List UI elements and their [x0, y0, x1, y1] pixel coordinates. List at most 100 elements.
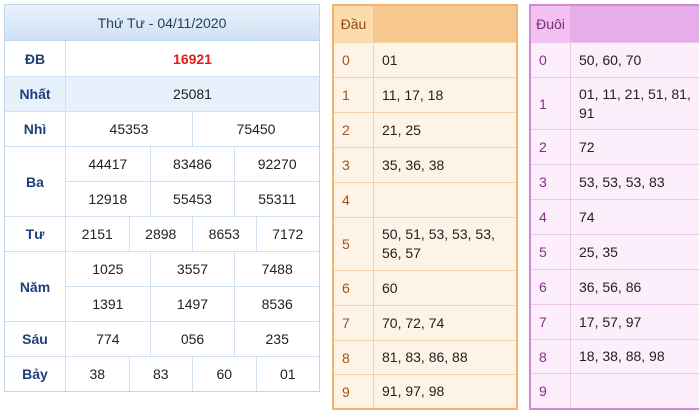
duoi-header: Đuôi — [531, 6, 571, 42]
dau-row: 3 35, 36, 38 — [334, 147, 516, 182]
prize-number: 774 — [66, 322, 151, 356]
prize-number: 92270 — [257, 156, 297, 172]
dau-key: 6 — [334, 271, 374, 305]
prize-row-tu: Tư 2151 2898 8653 7172 — [5, 217, 319, 252]
duoi-values: 01, 11, 21, 51, 81, 91 — [579, 85, 691, 121]
prize-label: ĐB — [5, 41, 66, 76]
duoi-values: 53, 53, 53, 83 — [579, 173, 665, 190]
prize-row-db: ĐB 16921 — [5, 41, 319, 77]
dau-row: 2 21, 25 — [334, 112, 516, 147]
prize-row-sau: Sáu 774 056 235 — [5, 322, 319, 357]
duoi-key: 9 — [531, 374, 571, 407]
dau-row: 1 11, 17, 18 — [334, 77, 516, 112]
duoi-values: 72 — [579, 138, 595, 155]
duoi-table: Đuôi 0 50, 60, 70 1 01, 11, 21, 51, 81, 91… — [529, 4, 699, 410]
dau-values: 81, 83, 86, 88 — [382, 349, 468, 365]
duoi-row: 8 18, 38, 88, 98 — [531, 339, 699, 373]
prize-number: 01 — [279, 366, 296, 382]
prize-label: Nhất — [5, 77, 66, 111]
duoi-values: 36, 56, 86 — [579, 278, 642, 295]
dau-values: 01 — [382, 51, 398, 68]
prize-row-nhat: Nhất 25081 — [5, 77, 319, 112]
dau-key: 3 — [334, 148, 374, 182]
duoi-row: 7 17, 57, 97 — [531, 304, 699, 339]
prize-number: 2898 — [130, 217, 193, 251]
duoi-key: 4 — [531, 200, 571, 234]
prize-number: 60 — [193, 357, 257, 391]
prize-row-bay: Bảy 38 83 60 01 — [5, 357, 319, 391]
dau-key: 7 — [334, 306, 374, 340]
dau-row: 0 01 — [334, 42, 516, 77]
dau-values: 35, 36, 38 — [382, 156, 445, 173]
dau-values: 70, 72, 74 — [382, 314, 445, 331]
prize-number: 75450 — [236, 121, 276, 137]
dau-row: 8 81, 83, 86, 88 — [334, 340, 516, 374]
prize-row-nam: Năm 1025 3557 7488 1391 1497 8536 — [5, 252, 319, 322]
dau-row: 4 — [334, 182, 516, 217]
prize-number: 3557 — [151, 252, 236, 286]
prize-label: Sáu — [5, 322, 66, 356]
duoi-values — [571, 374, 699, 407]
dau-row: 9 91, 97, 98 — [334, 374, 516, 408]
duoi-values: 18, 38, 88, 98 — [579, 348, 665, 364]
prize-number: 38 — [66, 357, 130, 391]
prize-number: 056 — [151, 322, 236, 356]
prize-number: 16921 — [173, 50, 212, 67]
prize-number: 2151 — [66, 217, 130, 251]
prize-number: 25081 — [173, 86, 212, 102]
dau-values: 60 — [382, 279, 398, 296]
dau-key: 0 — [334, 43, 374, 77]
dau-values: 91, 97, 98 — [382, 383, 445, 399]
prize-number: 12918 — [66, 182, 151, 216]
dau-row: 5 50, 51, 53, 53, 53, 56, 57 — [334, 217, 516, 270]
prize-number: 8653 — [193, 217, 257, 251]
duoi-row: 4 74 — [531, 199, 699, 234]
results-title: Thứ Tư - 04/11/2020 — [5, 5, 319, 41]
duoi-key: 1 — [531, 78, 571, 129]
duoi-row: 3 53, 53, 53, 83 — [531, 164, 699, 199]
prize-label: Nhì — [5, 112, 66, 146]
prize-number: 83 — [130, 357, 193, 391]
prize-number: 7488 — [261, 261, 293, 277]
prize-row-nhi: Nhì 45353 75450 — [5, 112, 319, 147]
prize-number: 7172 — [272, 226, 304, 242]
dau-values: 11, 17, 18 — [382, 86, 444, 103]
duoi-key: 7 — [531, 305, 571, 339]
duoi-key: 2 — [531, 130, 571, 164]
prize-label: Tư — [5, 217, 66, 251]
prize-number: 44417 — [66, 147, 151, 181]
duoi-values: 25, 35 — [579, 243, 618, 260]
dau-values — [374, 183, 516, 217]
prize-number: 55311 — [258, 191, 297, 207]
dau-key: 2 — [334, 113, 374, 147]
prize-number: 1391 — [66, 287, 151, 321]
dau-header-fill — [374, 6, 516, 42]
prize-number: 1497 — [151, 287, 236, 321]
duoi-row: 1 01, 11, 21, 51, 81, 91 — [531, 77, 699, 129]
duoi-row: 2 72 — [531, 129, 699, 164]
duoi-values: 74 — [579, 208, 595, 225]
dau-header: Đầu — [334, 6, 374, 42]
duoi-row: 0 50, 60, 70 — [531, 42, 699, 77]
prize-number: 45353 — [66, 112, 193, 146]
duoi-key: 0 — [531, 43, 571, 77]
duoi-values: 17, 57, 97 — [579, 313, 642, 330]
duoi-row: 6 36, 56, 86 — [531, 269, 699, 304]
duoi-key: 6 — [531, 270, 571, 304]
duoi-key: 3 — [531, 165, 571, 199]
dau-row: 7 70, 72, 74 — [334, 305, 516, 340]
dau-key: 5 — [334, 218, 374, 270]
dau-table: Đầu 0 01 1 11, 17, 18 2 21, 25 3 35, 36, 38 … — [332, 4, 518, 410]
prize-label: Bảy — [5, 357, 66, 391]
dau-key: 4 — [334, 183, 374, 217]
duoi-header-fill — [571, 6, 699, 42]
prize-row-ba: Ba 44417 83486 92270 12918 55453 55311 — [5, 147, 319, 217]
dau-key: 9 — [334, 375, 374, 408]
dau-row: 6 60 — [334, 270, 516, 305]
duoi-key: 8 — [531, 340, 571, 373]
duoi-row: 5 25, 35 — [531, 234, 699, 269]
prize-number: 83486 — [151, 147, 236, 181]
dau-values: 21, 25 — [382, 121, 421, 138]
prize-number: 235 — [265, 331, 289, 347]
duoi-key: 5 — [531, 235, 571, 269]
